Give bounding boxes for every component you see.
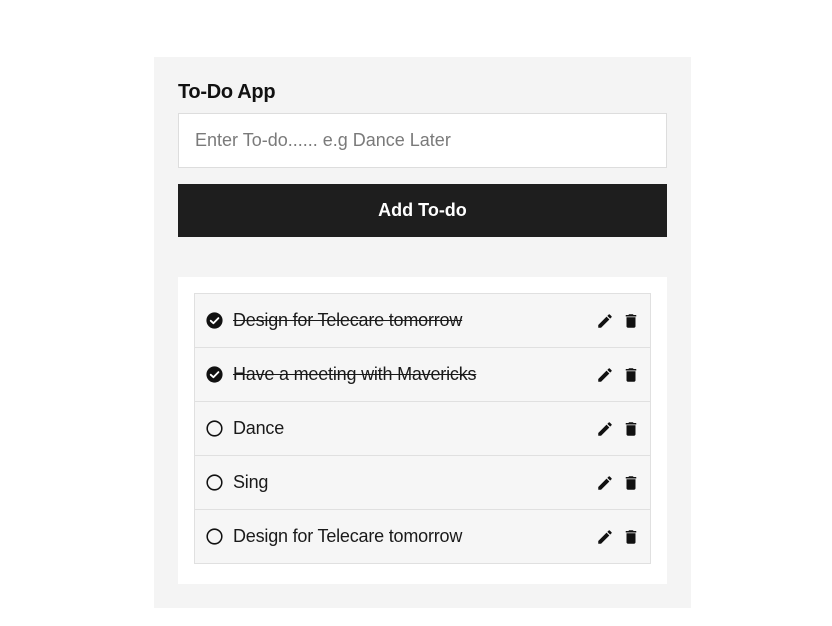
todo-app-panel: To-Do App Add To-do Design for Telecare … (154, 57, 691, 608)
todo-text: Design for Telecare tomorrow (233, 310, 463, 330)
circle-icon[interactable] (206, 528, 223, 545)
todo-item: Sing (195, 456, 650, 510)
pencil-icon[interactable] (596, 420, 614, 438)
todo-list-card: Design for Telecare tomorrow Have a meeti… (178, 277, 667, 584)
pencil-icon[interactable] (596, 474, 614, 492)
pencil-icon[interactable] (596, 528, 614, 546)
check-circle-icon[interactable] (206, 366, 223, 383)
app-title: To-Do App (178, 81, 276, 103)
todo-actions (596, 474, 640, 492)
todo-item: Design for Telecare tomorrow (195, 510, 650, 563)
pencil-icon[interactable] (596, 366, 614, 384)
todo-text: Design for Telecare tomorrow (233, 526, 463, 546)
circle-icon[interactable] (206, 474, 223, 491)
todo-actions (596, 366, 640, 384)
todo-actions (596, 420, 640, 438)
todo-actions (596, 528, 640, 546)
todo-input[interactable] (178, 113, 667, 168)
todo-item: Have a meeting with Mavericks (195, 348, 650, 402)
todo-list: Design for Telecare tomorrow Have a meeti… (194, 293, 651, 564)
trash-icon[interactable] (622, 366, 640, 384)
add-todo-button[interactable]: Add To-do (178, 184, 667, 237)
trash-icon[interactable] (622, 312, 640, 330)
pencil-icon[interactable] (596, 312, 614, 330)
trash-icon[interactable] (622, 474, 640, 492)
todo-text: Sing (233, 472, 269, 492)
todo-text: Dance (233, 418, 285, 438)
circle-icon[interactable] (206, 420, 223, 437)
todo-actions (596, 312, 640, 330)
trash-icon[interactable] (622, 420, 640, 438)
todo-text: Have a meeting with Mavericks (233, 364, 477, 384)
todo-item: Dance (195, 402, 650, 456)
todo-item: Design for Telecare tomorrow (195, 294, 650, 348)
check-circle-icon[interactable] (206, 312, 223, 329)
trash-icon[interactable] (622, 528, 640, 546)
